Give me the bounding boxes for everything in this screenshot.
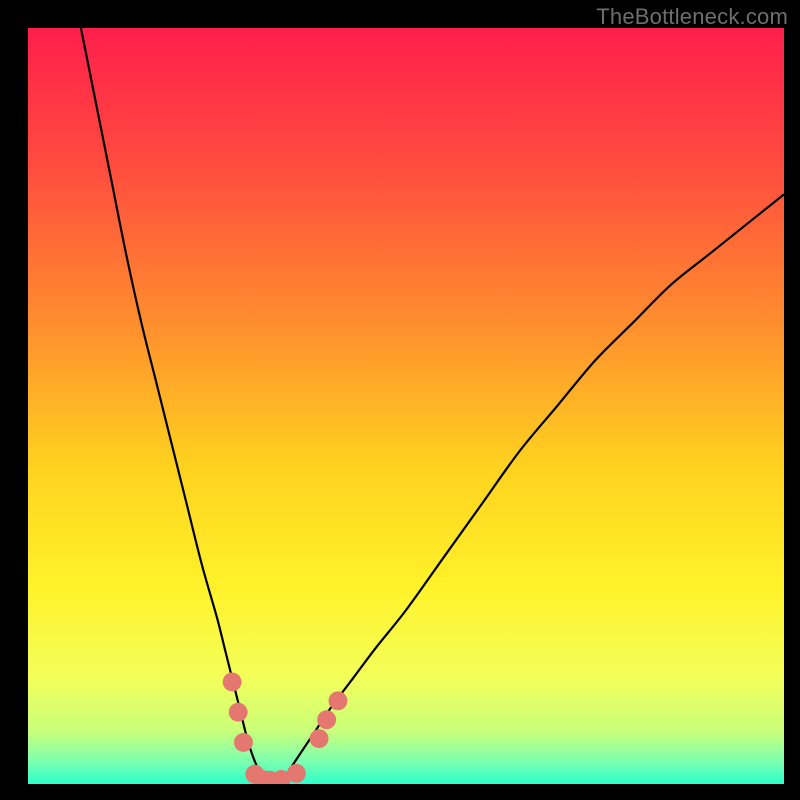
highlight-dot (287, 764, 306, 783)
highlight-dot (317, 710, 336, 729)
highlight-dot (223, 672, 242, 691)
highlight-dot (229, 703, 248, 722)
highlight-dot (234, 733, 253, 752)
highlight-dot (310, 729, 329, 748)
highlight-dot (329, 691, 348, 710)
bottleneck-chart (28, 28, 784, 784)
watermark-text: TheBottleneck.com (596, 4, 788, 30)
chart-frame: TheBottleneck.com (0, 0, 800, 800)
gradient-background (28, 28, 784, 784)
